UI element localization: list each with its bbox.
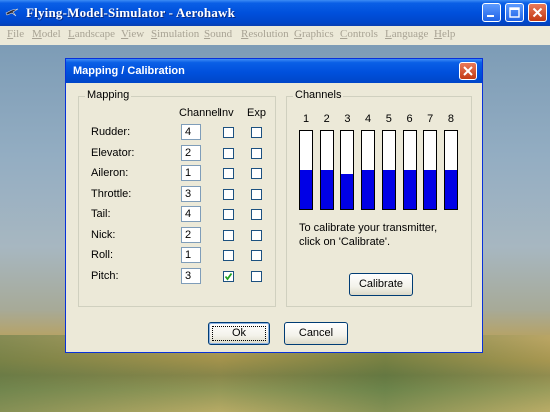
menu-model[interactable]: Model — [32, 28, 61, 40]
channel-meter — [423, 130, 438, 210]
channel-number: 5 — [385, 113, 392, 125]
inv-checkbox[interactable] — [223, 168, 234, 179]
app-window: Flying-Model-Simulator - Aerohawk File M… — [0, 0, 550, 412]
channel-input[interactable]: 4 — [181, 206, 201, 222]
menu-bar: File Model Landscape View Simulation Sou… — [0, 26, 550, 45]
channel-input[interactable]: 2 — [181, 226, 201, 243]
channel-level-fill — [424, 170, 437, 209]
mapping-row-label: Throttle: — [91, 187, 132, 200]
ok-button[interactable]: Ok — [208, 322, 270, 345]
close-icon — [532, 7, 543, 18]
exp-header: Exp — [247, 107, 266, 119]
channels-group: Channels 1 2 3 4 5 6 7 8 To calibrate your tran… — [286, 89, 472, 307]
menu-language[interactable]: Language — [385, 28, 428, 40]
channel-meter — [402, 130, 417, 210]
inv-checkbox[interactable] — [223, 209, 234, 220]
inv-header: Inv — [219, 107, 234, 119]
inv-checkbox[interactable] — [223, 147, 234, 159]
menu-help[interactable]: Help — [434, 28, 455, 40]
channel-number: 2 — [323, 113, 330, 125]
channel-level-fill — [320, 170, 333, 209]
maximize-icon — [509, 7, 520, 18]
cancel-button[interactable]: Cancel — [284, 322, 348, 345]
channel-meter — [443, 130, 458, 210]
mapping-row-label: Pitch: — [91, 269, 119, 282]
exp-checkbox[interactable] — [251, 168, 262, 179]
channel-meter — [361, 130, 376, 210]
inv-checkbox[interactable] — [223, 250, 234, 261]
menu-view[interactable]: View — [121, 28, 144, 40]
exp-checkbox[interactable] — [251, 250, 262, 261]
menu-resolution[interactable]: Resolution — [241, 28, 289, 40]
channel-number: 6 — [406, 113, 413, 125]
title-bar: Flying-Model-Simulator - Aerohawk — [0, 0, 550, 26]
menu-landscape[interactable]: Landscape — [68, 28, 115, 40]
channel-input[interactable]: 1 — [181, 247, 201, 263]
exp-checkbox[interactable] — [251, 147, 262, 159]
exp-checkbox[interactable] — [251, 229, 262, 241]
channel-number: 4 — [365, 113, 372, 125]
channel-meter — [381, 130, 396, 210]
exp-checkbox[interactable] — [251, 209, 262, 220]
inv-checkbox[interactable] — [223, 188, 234, 200]
exp-checkbox[interactable] — [251, 188, 262, 200]
inv-checkbox[interactable] — [223, 229, 234, 241]
channels-group-label: Channels — [293, 89, 344, 101]
channel-header: Channel — [179, 107, 220, 119]
menu-file[interactable]: File — [7, 28, 24, 40]
channel-level-fill — [300, 170, 312, 209]
mapping-group: Mapping Channel Inv Exp Rudder: 4 Elevator… — [78, 89, 276, 307]
focus-rectangle — [212, 326, 266, 341]
inv-checkbox[interactable] — [223, 127, 234, 138]
menu-sound[interactable]: Sound — [204, 28, 232, 40]
channel-level-fill — [382, 170, 395, 209]
channel-meter — [319, 130, 334, 210]
menu-simulation[interactable]: Simulation — [151, 28, 199, 40]
mapping-row-label: Rudder: — [91, 126, 131, 138]
minimize-icon — [487, 15, 494, 17]
channel-meter — [299, 130, 313, 210]
app-icon — [5, 8, 19, 17]
channel-input[interactable]: 2 — [181, 144, 201, 161]
mapping-row-label: Roll: — [91, 249, 114, 261]
maximize-button[interactable] — [505, 3, 524, 22]
channel-number: 3 — [344, 113, 351, 125]
channel-number: 7 — [427, 113, 434, 125]
mapping-row-label: Aileron: — [91, 167, 129, 179]
mapping-group-label: Mapping — [85, 89, 132, 101]
channel-input[interactable]: 3 — [181, 267, 201, 284]
inv-checkbox[interactable] — [223, 270, 234, 282]
dialog-close-button[interactable] — [459, 62, 477, 80]
channel-level-fill — [444, 170, 457, 209]
minimize-button[interactable] — [482, 3, 501, 22]
calibrate-instructions: To calibrate your transmitter, click on … — [299, 222, 438, 248]
channel-level-fill — [403, 170, 416, 209]
dialog-title: Mapping / Calibration — [73, 65, 185, 77]
calibrate-button[interactable]: Calibrate — [349, 273, 413, 296]
channel-input[interactable]: 4 — [181, 124, 201, 140]
channel-input[interactable]: 1 — [181, 165, 201, 181]
close-icon — [463, 66, 473, 76]
channel-number: 8 — [447, 113, 454, 125]
dialog-title-bar: Mapping / Calibration — [66, 59, 482, 83]
channel-number: 1 — [302, 113, 310, 125]
channel-meter — [340, 130, 355, 210]
mapping-calibration-dialog: Mapping / Calibration Mapping Channel In… — [65, 58, 483, 353]
close-button[interactable] — [528, 3, 547, 22]
mapping-row-label: Elevator: — [91, 146, 135, 159]
channel-level-fill — [362, 170, 375, 209]
window-title: Flying-Model-Simulator - Aerohawk — [26, 5, 236, 20]
mapping-row-label: Tail: — [91, 208, 111, 220]
channel-input[interactable]: 3 — [181, 185, 201, 202]
menu-graphics[interactable]: Graphics — [294, 28, 334, 40]
channel-level-fill — [341, 173, 354, 209]
exp-checkbox[interactable] — [251, 127, 262, 138]
exp-checkbox[interactable] — [251, 270, 262, 282]
mapping-row-label: Nick: — [91, 228, 116, 241]
menu-controls[interactable]: Controls — [340, 28, 378, 40]
checkmark-icon — [224, 272, 233, 280]
